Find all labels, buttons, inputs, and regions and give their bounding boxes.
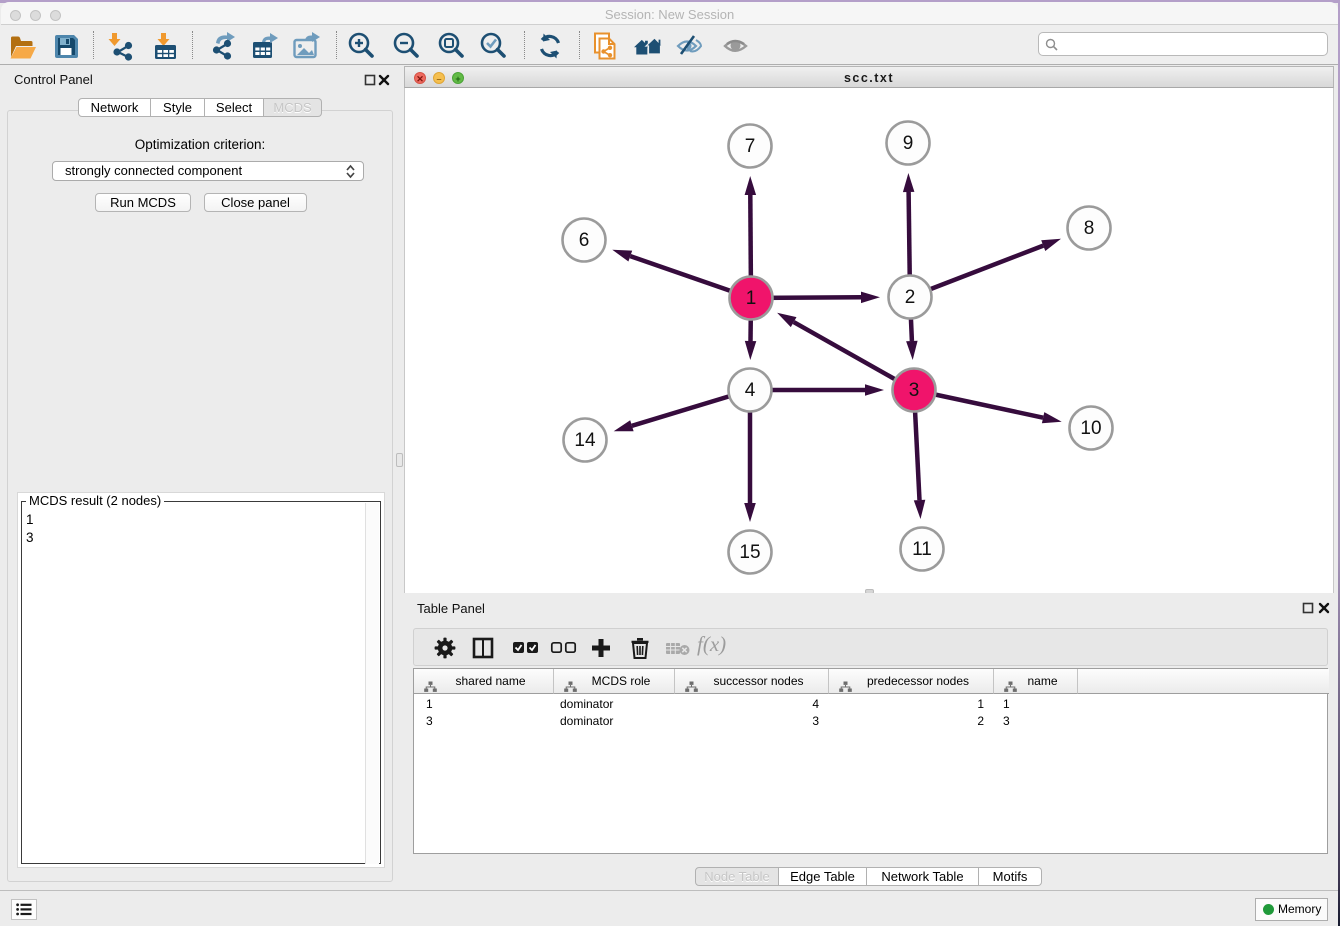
svg-text:8: 8 [1084, 218, 1095, 239]
svg-text:11: 11 [912, 539, 932, 560]
svg-text:14: 14 [574, 430, 596, 451]
svg-text:3: 3 [909, 380, 920, 401]
svg-text:10: 10 [1080, 418, 1101, 439]
svg-text:6: 6 [579, 230, 590, 251]
svg-text:1: 1 [746, 288, 757, 309]
svg-text:7: 7 [745, 136, 756, 157]
svg-text:15: 15 [739, 542, 760, 563]
svg-text:4: 4 [745, 380, 756, 401]
svg-text:2: 2 [905, 287, 916, 308]
svg-text:9: 9 [903, 133, 914, 154]
